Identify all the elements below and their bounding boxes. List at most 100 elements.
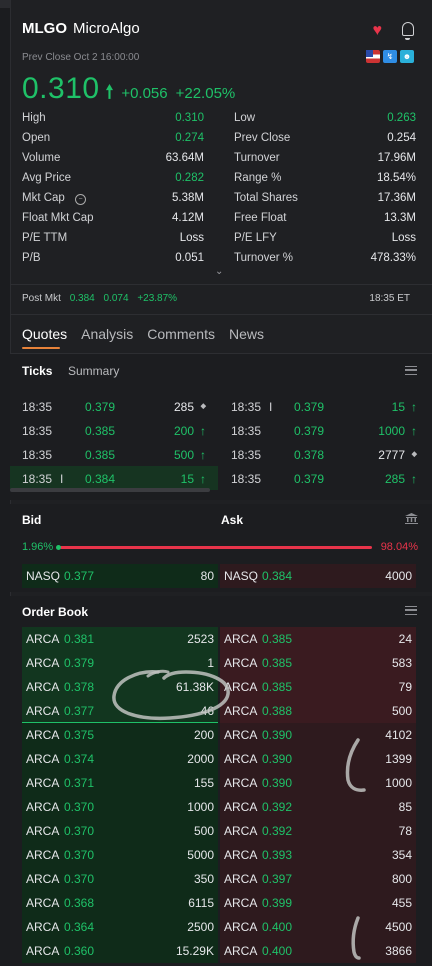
stat-row: Volume 63.64M Turnover 17.96M: [22, 152, 418, 172]
clock-icon[interactable]: −: [75, 194, 86, 205]
exchange: ARCA: [26, 680, 60, 694]
tick-time: 18:35: [22, 400, 53, 414]
bank-icon[interactable]: [405, 513, 418, 524]
ask-size: 85: [398, 800, 412, 814]
exchange: ARCA: [26, 800, 60, 814]
exchange: NASQ: [26, 569, 61, 583]
bid-size: 1: [207, 656, 214, 670]
tick-volume: 285: [173, 400, 194, 414]
bid-price: 0.377: [64, 704, 95, 718]
ask-row: ARCA 0.392 78: [220, 819, 416, 843]
tick-time: 18:35: [22, 472, 53, 486]
ask-size: 3866: [385, 944, 412, 958]
stat-row: Mkt Cap − 5.38M Total Shares 17.36M: [22, 192, 418, 212]
exchange: ARCA: [26, 896, 60, 910]
heart-icon[interactable]: ♥: [373, 22, 383, 40]
stat-label: Float Mkt Cap: [22, 212, 94, 224]
ask-row: ARCA 0.392 85: [220, 795, 416, 819]
ask-price: 0.390: [262, 752, 293, 766]
tick-row: 18:35 I 0.379 15 ↑: [231, 396, 417, 418]
ask-row: ARCA 0.393 354: [220, 843, 416, 867]
menu-icon[interactable]: [405, 366, 417, 375]
quote-tabs: Quotes Analysis Comments News: [22, 326, 264, 349]
ask-size: 1399: [385, 752, 412, 766]
stat-label: Free Float: [234, 212, 287, 224]
ask-price: 0.385: [262, 680, 293, 694]
stat-value: Loss: [391, 232, 416, 244]
tick-price: 0.378: [294, 448, 325, 462]
bid-price: 0.370: [64, 848, 95, 862]
bid-price: 0.374: [64, 752, 95, 766]
tick-volume: 285: [384, 472, 405, 486]
tick-price: 0.379: [294, 424, 325, 438]
price-change-pct: +22.05%: [175, 85, 236, 102]
stat-label: P/E LFY: [234, 232, 277, 244]
stat-label: Turnover %: [234, 252, 294, 264]
tick-time: 18:35: [231, 400, 262, 414]
bid-size: 2000: [187, 752, 214, 766]
bid-row: ARCA 0.379 1: [22, 651, 218, 675]
tab-analysis[interactable]: Analysis: [81, 326, 133, 342]
horizontal-scrollbar[interactable]: [10, 488, 210, 492]
bid-row: ARCA 0.370 350: [22, 867, 218, 891]
tick-time: 18:35: [231, 472, 262, 486]
tab-news[interactable]: News: [229, 326, 264, 342]
bell-icon[interactable]: [402, 22, 414, 40]
tick-price: 0.379: [85, 400, 116, 414]
bid-price: 0.360: [64, 944, 95, 958]
tick-mark: I: [269, 400, 273, 414]
tick-row: 18:35 0.379 1000 ↑: [231, 420, 417, 442]
exchange: ARCA: [26, 656, 60, 670]
chevron-down-icon[interactable]: ⌄: [215, 266, 223, 277]
exchange: ARCA: [26, 920, 60, 934]
exchange: ARCA: [224, 848, 258, 862]
bid-price: 0.370: [64, 872, 95, 886]
bid-label: Bid: [22, 513, 42, 527]
tick-volume: 15: [391, 400, 405, 414]
bid-size: 155: [193, 776, 214, 790]
divider: [10, 284, 432, 285]
tab-quotes[interactable]: Quotes: [22, 326, 67, 349]
exchange: ARCA: [26, 776, 60, 790]
stat-value: 0.282: [175, 172, 204, 184]
bid-size: 6115: [188, 896, 214, 910]
menu-icon[interactable]: [405, 606, 417, 615]
bid-row: ARCA 0.381 2523: [22, 627, 218, 651]
tab-comments[interactable]: Comments: [147, 326, 215, 342]
ask-row: ARCA 0.385 583: [220, 651, 416, 675]
us-flag-icon: [366, 50, 380, 63]
ask-price: 0.385: [262, 632, 293, 646]
price-change: +0.056: [121, 85, 168, 102]
stat-label: Range %: [234, 172, 282, 184]
stat-row: Avg Price 0.282 Range % 18.54%: [22, 172, 418, 192]
ask-price: 0.397: [262, 872, 293, 886]
stat-label: Total Shares: [234, 192, 298, 204]
tick-volume: 1000: [378, 424, 405, 438]
bid-size: 80: [200, 569, 214, 583]
ask-size: 455: [391, 896, 412, 910]
stat-value: 478.33%: [370, 252, 416, 264]
bid-ask-ratio: 1.96% 98.04%: [22, 541, 418, 555]
exchange: ARCA: [26, 872, 60, 886]
stat-value: 0.254: [387, 132, 416, 144]
tick-volume: 15: [180, 472, 194, 486]
bid-row: ARCA 0.364 2500: [22, 915, 218, 939]
ask-price: 0.392: [262, 824, 293, 838]
bid-price: 0.371: [64, 776, 95, 790]
ticks-title[interactable]: Ticks: [22, 364, 52, 378]
summary-tab[interactable]: Summary: [68, 364, 119, 378]
ask-price: 0.393: [262, 848, 293, 862]
exchange: ARCA: [224, 920, 258, 934]
bid-price: 0.379: [64, 656, 95, 670]
stat-value: 17.96M: [377, 152, 416, 164]
ask-price: 0.390: [262, 728, 293, 742]
ask-price: 0.385: [262, 656, 293, 670]
ask-price: 0.390: [262, 776, 293, 790]
stat-label: Low: [234, 112, 256, 124]
stat-row: High 0.310 Low 0.263: [22, 112, 418, 132]
bid-price: 0.370: [64, 800, 95, 814]
stat-row: Open 0.274 Prev Close 0.254: [22, 132, 418, 152]
last-price: 0.310: [22, 72, 100, 105]
bid-price: 0.378: [64, 680, 95, 694]
tick-row: 18:35 0.379 285 ◆: [22, 396, 206, 418]
